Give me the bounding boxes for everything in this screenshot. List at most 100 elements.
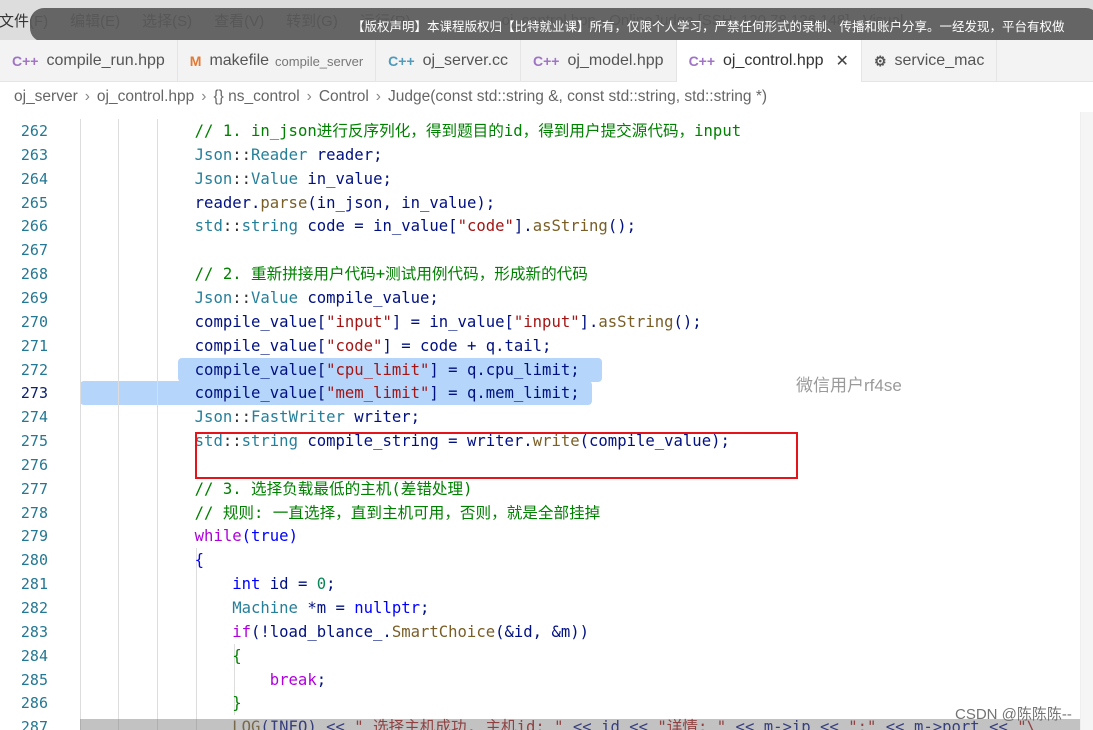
code-token: { — [194, 551, 205, 570]
tab-label: oj_model.hpp — [567, 52, 664, 69]
line-number: 263 — [20, 145, 48, 164]
code-line[interactable]: break; — [82, 668, 326, 692]
code-line[interactable]: Json::Value in_value; — [82, 167, 392, 191]
breadcrumb: oj_server › oj_control.hpp › {} ns_control › C… — [0, 82, 1093, 112]
code-line[interactable]: // 2. 重新拼接用户代码+测试用例代码，形成新的代码 — [82, 262, 588, 286]
tab-service-mac[interactable]: ⚙ service_mac — [862, 40, 998, 82]
minimap[interactable] — [1080, 112, 1093, 730]
line-number: 267 — [20, 241, 48, 260]
code-editor[interactable]: 262 // 1. in_json进行反序列化，得到题目的id，得到用户提交源代… — [0, 119, 1080, 730]
line-number: 277 — [20, 479, 48, 498]
code-line[interactable]: Json::FastWriter writer; — [82, 405, 420, 429]
code-line[interactable]: Json::Value compile_value; — [82, 286, 439, 310]
code-line[interactable]: std::string code = in_value["code"].asSt… — [82, 214, 636, 238]
code-token: Reader — [251, 145, 308, 164]
code-token: asString — [598, 312, 674, 331]
code-token: // 1. in_json进行反序列化，得到题目的id，得到用户提交源代码，in… — [194, 122, 742, 140]
code-line[interactable]: compile_value["cpu_limit"] = q.cpu_limit… — [82, 358, 580, 382]
code-line[interactable]: { — [82, 644, 241, 668]
code-line[interactable]: // 1. in_json进行反序列化，得到题目的id，得到用户提交源代码，in… — [82, 119, 741, 143]
code-token: Json — [194, 145, 233, 164]
code-line[interactable]: { — [82, 548, 204, 572]
code-token: 0 — [316, 575, 327, 594]
line-number: 282 — [20, 599, 48, 617]
breadcrumb-item[interactable]: oj_control.hpp — [97, 88, 194, 106]
cpp-file-icon: C++ — [388, 53, 415, 69]
tab-oj-model-hpp[interactable]: C++ oj_model.hpp — [521, 40, 677, 82]
code-line[interactable]: int id = 0; — [82, 572, 336, 596]
tab-description: compile_server — [275, 53, 364, 69]
code-line[interactable]: reader.parse(in_json, in_value); — [82, 191, 495, 215]
line-number: 287 — [20, 718, 48, 730]
copyright-banner: 【版权声明】本课程版权归【比特就业课】所有，仅限个人学习，严禁任何形式的录制、传… — [30, 8, 1093, 42]
code-token: "code" — [457, 217, 514, 236]
code-line[interactable]: Machine *m = nullptr; — [82, 596, 429, 620]
line-number: 270 — [20, 312, 48, 331]
code-line[interactable]: Json::Reader reader; — [82, 143, 383, 167]
code-token: ( — [241, 527, 252, 546]
code-token: break — [269, 670, 317, 689]
tab-oj-control-hpp[interactable]: C++ oj_control.hpp ✕ — [676, 40, 862, 82]
breadcrumb-item[interactable]: Judge(const std::string &, const std::st… — [388, 88, 767, 106]
code-token: :: — [232, 288, 252, 307]
breadcrumb-item[interactable]: oj_server — [14, 88, 78, 106]
breadcrumb-item[interactable]: Control — [319, 88, 369, 106]
line-number: 281 — [20, 575, 48, 594]
code-token: ]. — [513, 217, 533, 236]
code-token: std — [194, 217, 223, 236]
cpp-file-icon: C++ — [12, 53, 39, 69]
line-number: 271 — [20, 336, 48, 355]
line-number: 269 — [20, 288, 48, 307]
code-token: ; — [326, 575, 336, 594]
tab-compile-run-hpp[interactable]: C++ compile_run.hpp — [0, 40, 178, 82]
tab-label: service_mac — [894, 52, 985, 69]
tab-label: compile_run.hpp — [46, 52, 165, 69]
gear-icon: ⚙ — [873, 52, 887, 69]
code-token: (); — [607, 217, 636, 236]
red-annotation-box — [195, 432, 798, 479]
code-token: ]. — [579, 312, 599, 331]
code-line[interactable]: while(true) — [82, 524, 298, 548]
code-token: Json — [194, 408, 233, 427]
code-token: :: — [222, 217, 242, 236]
indent-guide — [80, 119, 81, 730]
code-token: :: — [232, 408, 252, 427]
code-token: (!load_blance_. — [251, 622, 392, 641]
line-number: 273 — [20, 384, 48, 403]
line-number: 286 — [20, 694, 48, 713]
code-line[interactable]: } — [82, 691, 242, 715]
code-token: Machine — [232, 599, 298, 617]
code-token: in_value; — [297, 169, 392, 188]
code-token: compile_value; — [297, 288, 439, 307]
code-token: } — [232, 694, 242, 713]
code-token: int — [232, 575, 261, 594]
horizontal-scrollbar[interactable] — [80, 719, 1080, 730]
breadcrumb-item[interactable]: {} ns_control — [213, 88, 299, 106]
code-token: while — [194, 527, 242, 546]
line-number: 278 — [20, 503, 48, 522]
tab-oj-server-cc[interactable]: C++ oj_server.cc — [376, 40, 522, 82]
line-number: 268 — [20, 265, 48, 284]
close-icon[interactable]: ✕ — [836, 51, 849, 71]
code-token: true — [251, 527, 289, 546]
code-line[interactable]: compile_value["input"] = in_value["input… — [82, 310, 702, 334]
code-token: compile_value[ — [194, 312, 327, 331]
code-line[interactable]: // 3. 选择负载最低的主机(差错处理) — [82, 477, 473, 501]
code-line[interactable]: compile_value["code"] = code + q.tail; — [82, 334, 552, 358]
code-line[interactable]: compile_value["mem_limit"] = q.mem_limit… — [82, 381, 580, 405]
code-token: :: — [232, 145, 252, 164]
line-number: 285 — [20, 670, 48, 689]
code-token: ; — [420, 599, 430, 617]
code-line[interactable]: if(!load_blance_.SmartChoice(&id, &m)) — [82, 620, 589, 644]
chevron-right-icon: › — [375, 88, 381, 105]
code-token: reader. — [194, 193, 261, 212]
tab-makefile[interactable]: Mmakefile compile_server — [178, 40, 377, 82]
code-line[interactable]: // 规则: 一直选择，直到主机可用，否则，就是全部挂掉 — [82, 501, 601, 525]
